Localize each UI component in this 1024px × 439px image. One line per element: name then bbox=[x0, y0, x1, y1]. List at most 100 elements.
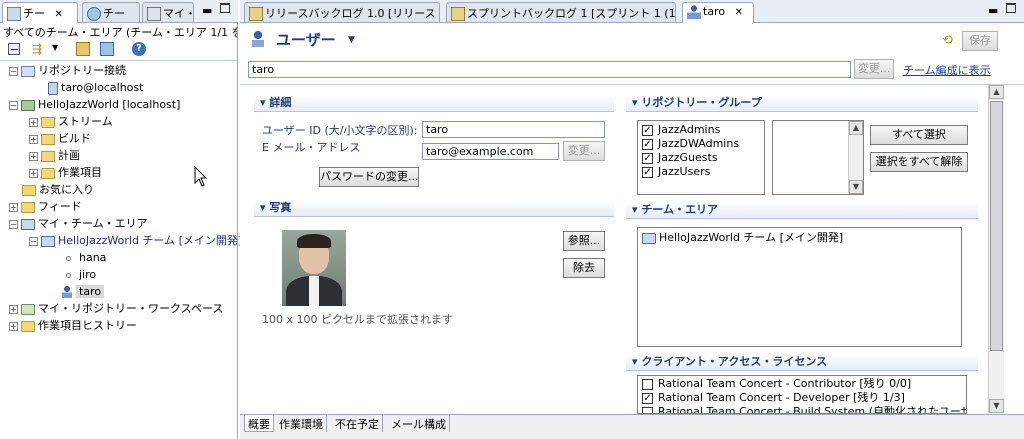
close-icon[interactable]: ✕ bbox=[735, 7, 743, 18]
tab-sprint-backlog[interactable]: スプリントバックログ 1 [スプリント 1 (1.0)] bbox=[446, 2, 676, 22]
maximize-icon[interactable] bbox=[220, 3, 230, 13]
tree-row[interactable]: − HelloJazzWorld チーム [メイン開発] bbox=[29, 232, 242, 249]
scrollbar[interactable]: ▲ ▼ bbox=[848, 121, 863, 194]
change-password-button[interactable]: パスワードの変更... bbox=[319, 167, 419, 187]
collapse-toggle[interactable]: − bbox=[9, 219, 18, 229]
userid-field[interactable]: taro bbox=[422, 121, 605, 138]
scroll-down-icon[interactable]: ▼ bbox=[849, 180, 863, 194]
refresh-icon[interactable]: ⟲ bbox=[942, 33, 953, 48]
tree-row[interactable]: − マイ・チーム・エリア bbox=[9, 215, 148, 232]
list-item[interactable]: HelloJazzWorld チーム [メイン開発] bbox=[642, 230, 957, 246]
tree-row[interactable]: お気に入り bbox=[22, 181, 94, 198]
left-toolbar: ⇶ ▼ ? bbox=[4, 41, 234, 59]
checkbox[interactable]: ✓ bbox=[642, 166, 653, 178]
expand-toggle[interactable]: + bbox=[9, 304, 18, 314]
team-central-icon bbox=[87, 7, 101, 21]
checkbox[interactable]: ✓ bbox=[642, 152, 653, 164]
collapse-toggle[interactable]: − bbox=[29, 236, 38, 246]
details-section-header[interactable]: ▾ 詳細 bbox=[254, 95, 614, 112]
tree-row[interactable]: jiro bbox=[66, 266, 96, 283]
select-all-button[interactable]: すべて選択 bbox=[870, 125, 968, 145]
list-item[interactable]: Rational Team Concert - Contributor [残り … bbox=[642, 377, 962, 391]
list-item[interactable]: ✓ JazzDWAdmins bbox=[642, 137, 760, 151]
tab-release-backlog[interactable]: リリースバックログ 1.0 [リリース 1.0] bbox=[244, 2, 440, 22]
team-area-list[interactable]: HelloJazzWorld チーム [メイン開発] bbox=[637, 227, 962, 347]
save-button[interactable]: 保存 bbox=[962, 31, 998, 51]
licenses-list[interactable]: Rational Team Concert - Contributor [残り … bbox=[637, 375, 967, 414]
tree-row[interactable]: − リポジトリー接続 bbox=[9, 62, 126, 79]
tab-team-central[interactable]: チー bbox=[82, 2, 140, 22]
expand-toggle[interactable]: + bbox=[9, 202, 18, 212]
list-item[interactable]: ✓ JazzAdmins bbox=[642, 123, 760, 137]
list-item[interactable]: ✓ JazzUsers bbox=[642, 165, 760, 179]
name-field[interactable]: taro bbox=[248, 61, 851, 78]
expand-toggle[interactable]: + bbox=[29, 117, 38, 127]
checkbox[interactable] bbox=[642, 406, 653, 413]
email-field[interactable]: taro@example.com bbox=[422, 143, 559, 160]
tree-row[interactable]: + 作業項目ヒストリー bbox=[9, 317, 137, 334]
list-item[interactable]: ✓ Rational Team Concert - Developer [残り 1… bbox=[642, 391, 962, 405]
scroll-thumb[interactable] bbox=[990, 101, 1003, 351]
expand-toggle[interactable]: + bbox=[29, 168, 38, 178]
scroll-up-icon[interactable]: ▲ bbox=[849, 121, 863, 135]
tree-row[interactable]: taro bbox=[62, 283, 105, 300]
tree-row[interactable]: + 計画 bbox=[29, 147, 80, 164]
change-name-button[interactable]: 変更... bbox=[854, 59, 894, 79]
maximize-icon[interactable] bbox=[1006, 3, 1016, 13]
repo-groups-side-list[interactable]: ▲ ▼ bbox=[772, 120, 864, 195]
photo-section-header[interactable]: ▾ 写真 bbox=[254, 200, 614, 217]
checkbox[interactable]: ✓ bbox=[642, 392, 653, 404]
tree-row[interactable]: + マイ・リポジトリー・ワークスペース bbox=[9, 300, 223, 317]
home-icon[interactable] bbox=[76, 42, 90, 56]
scroll-down-icon[interactable]: ▼ bbox=[989, 399, 1004, 413]
tab-mail-config[interactable]: メール構成 bbox=[388, 415, 450, 432]
change-email-button[interactable]: 変更... bbox=[563, 141, 605, 161]
scroll-up-icon[interactable]: ▲ bbox=[989, 85, 1004, 99]
details-header-label: 詳細 bbox=[269, 96, 292, 109]
collapse-toggle[interactable]: − bbox=[9, 66, 18, 76]
licenses-header-label: クライアント・アクセス・ライセンス bbox=[641, 355, 828, 368]
tree-row[interactable]: − HelloJazzWorld [localhost] bbox=[9, 96, 180, 113]
tree-row[interactable]: + ストリーム bbox=[29, 113, 113, 130]
collapse-all-icon[interactable] bbox=[8, 43, 20, 55]
tree-row[interactable]: + フィード bbox=[9, 198, 82, 215]
collapse-toggle[interactable]: − bbox=[9, 100, 18, 110]
remove-button[interactable]: 除去 bbox=[563, 258, 605, 278]
tab-my-work[interactable]: マイ・ bbox=[142, 2, 194, 22]
expand-toggle[interactable]: + bbox=[29, 134, 38, 144]
tab-team-artifacts[interactable]: チー ✕ bbox=[2, 2, 78, 23]
tab-absences[interactable]: 不在予定 bbox=[332, 415, 383, 432]
tab-taro[interactable]: taro ✕ bbox=[682, 2, 754, 23]
browse-button[interactable]: 参照... bbox=[563, 231, 605, 251]
tab-overview[interactable]: 概要 bbox=[244, 415, 274, 432]
checkbox[interactable]: ✓ bbox=[642, 138, 653, 150]
list-item-label: JazzGuests bbox=[658, 151, 718, 164]
tree-row[interactable]: taro@localhost bbox=[48, 79, 143, 96]
checkbox[interactable] bbox=[642, 378, 653, 390]
deselect-all-button[interactable]: 選択をすべて解除 bbox=[870, 152, 968, 172]
checkbox[interactable]: ✓ bbox=[642, 124, 653, 136]
close-icon[interactable]: ✕ bbox=[55, 9, 63, 20]
expand-toggle[interactable]: + bbox=[29, 151, 38, 161]
minimize-icon[interactable]: ▬ bbox=[988, 4, 998, 17]
team-area-section-header[interactable]: ▾ チーム・エリア bbox=[626, 202, 978, 219]
expand-toggle[interactable]: + bbox=[9, 321, 18, 331]
list-item[interactable]: Rational Team Concert - Build System (自動… bbox=[642, 405, 966, 413]
list-item[interactable]: ✓ JazzGuests bbox=[642, 151, 760, 165]
team-link[interactable]: チーム編成に表示 bbox=[903, 62, 991, 78]
title-dropdown-icon[interactable]: ▼ bbox=[348, 35, 355, 45]
help-icon[interactable]: ? bbox=[132, 42, 146, 56]
minimize-icon[interactable]: ▬ bbox=[202, 4, 212, 17]
tree-row[interactable]: hana bbox=[66, 249, 106, 266]
filter-icon[interactable]: ⇶ bbox=[32, 42, 42, 56]
chevron-down-icon[interactable]: ▼ bbox=[52, 43, 58, 52]
refresh-icon[interactable] bbox=[100, 42, 114, 56]
repo-groups-list[interactable]: ✓ JazzAdmins ✓ JazzDWAdmins ✓ JazzGuests ✓ J… bbox=[637, 120, 765, 195]
tab-work-environment[interactable]: 作業環境 bbox=[276, 415, 327, 432]
editor-scrollbar[interactable]: ▲ ▼ bbox=[988, 85, 1004, 413]
repo-groups-section-header[interactable]: ▾ リポジトリー・グループ bbox=[626, 95, 978, 112]
licenses-section-header[interactable]: ▾ クライアント・アクセス・ライセンス bbox=[626, 354, 978, 371]
tree-row[interactable]: + 作業項目 bbox=[29, 164, 102, 181]
tree-row[interactable]: + ビルド bbox=[29, 130, 91, 147]
tree-label: リポジトリー接続 bbox=[38, 64, 126, 77]
